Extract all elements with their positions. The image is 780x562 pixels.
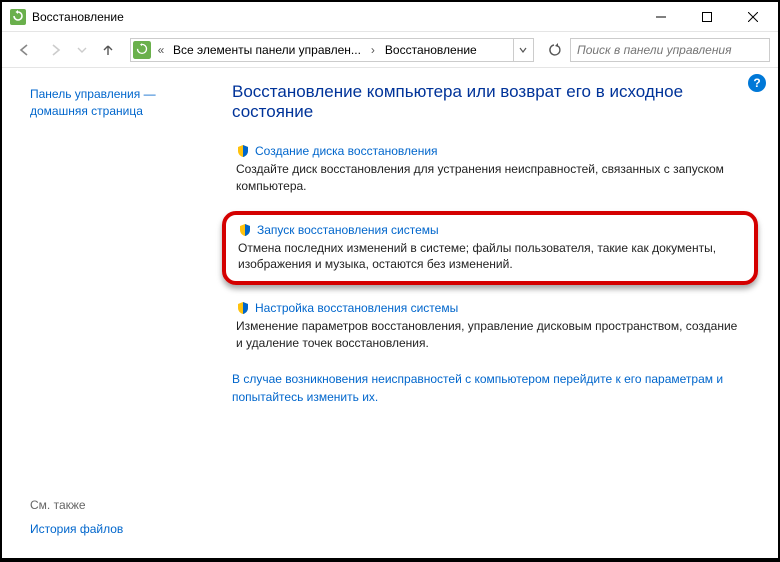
shield-icon bbox=[238, 223, 252, 237]
chevron-right-icon: › bbox=[365, 43, 381, 57]
titlebar: Восстановление bbox=[2, 2, 778, 32]
control-panel-home-link[interactable]: Панель управления — домашняя страница bbox=[30, 86, 200, 120]
help-icon[interactable]: ? bbox=[748, 74, 766, 92]
see-also-label: См. также bbox=[30, 498, 200, 512]
recovery-option: Создание диска восстановления Создайте д… bbox=[232, 142, 748, 197]
recovery-icon bbox=[133, 41, 151, 59]
breadcrumb-prev-icon[interactable]: « bbox=[153, 43, 169, 57]
option-description: Создайте диск восстановления для устране… bbox=[236, 161, 744, 195]
search-input[interactable] bbox=[570, 38, 770, 62]
up-button[interactable] bbox=[94, 36, 122, 64]
window-title: Восстановление bbox=[32, 10, 638, 24]
close-button[interactable] bbox=[730, 2, 776, 32]
breadcrumb-parent[interactable]: Все элементы панели управлен... bbox=[171, 43, 363, 57]
forward-button[interactable] bbox=[42, 36, 70, 64]
shield-icon bbox=[236, 144, 250, 158]
recovery-option-highlighted: Запуск восстановления системы Отмена пос… bbox=[222, 211, 758, 286]
recovery-icon bbox=[10, 9, 26, 25]
link-text: Настройка восстановления системы bbox=[255, 301, 458, 315]
recovery-option: Настройка восстановления системы Изменен… bbox=[232, 299, 748, 354]
system-restore-link[interactable]: Запуск восстановления системы bbox=[238, 223, 439, 237]
configure-restore-link[interactable]: Настройка восстановления системы bbox=[236, 301, 458, 315]
create-recovery-drive-link[interactable]: Создание диска восстановления bbox=[236, 144, 438, 158]
maximize-button[interactable] bbox=[684, 2, 730, 32]
breadcrumb-dropdown[interactable] bbox=[513, 39, 531, 61]
option-description: Отмена последних изменений в системе; фа… bbox=[238, 240, 742, 274]
page-title: Восстановление компьютера или возврат ег… bbox=[232, 82, 748, 122]
main-content: ? Восстановление компьютера или возврат … bbox=[212, 68, 778, 558]
recent-dropdown[interactable] bbox=[74, 36, 90, 64]
breadcrumb-current[interactable]: Восстановление bbox=[383, 43, 479, 57]
pc-settings-link[interactable]: В случае возникновения неисправностей с … bbox=[232, 370, 748, 406]
back-button[interactable] bbox=[10, 36, 38, 64]
sidebar: Панель управления — домашняя страница См… bbox=[2, 68, 212, 558]
option-description: Изменение параметров восстановления, упр… bbox=[236, 318, 744, 352]
link-text: Создание диска восстановления bbox=[255, 144, 438, 158]
file-history-link[interactable]: История файлов bbox=[30, 522, 200, 536]
breadcrumb[interactable]: « Все элементы панели управлен... › Восс… bbox=[130, 38, 534, 62]
navbar: « Все элементы панели управлен... › Восс… bbox=[2, 32, 778, 68]
link-text: Запуск восстановления системы bbox=[257, 223, 439, 237]
minimize-button[interactable] bbox=[638, 2, 684, 32]
shield-icon bbox=[236, 301, 250, 315]
refresh-button[interactable] bbox=[542, 38, 566, 62]
